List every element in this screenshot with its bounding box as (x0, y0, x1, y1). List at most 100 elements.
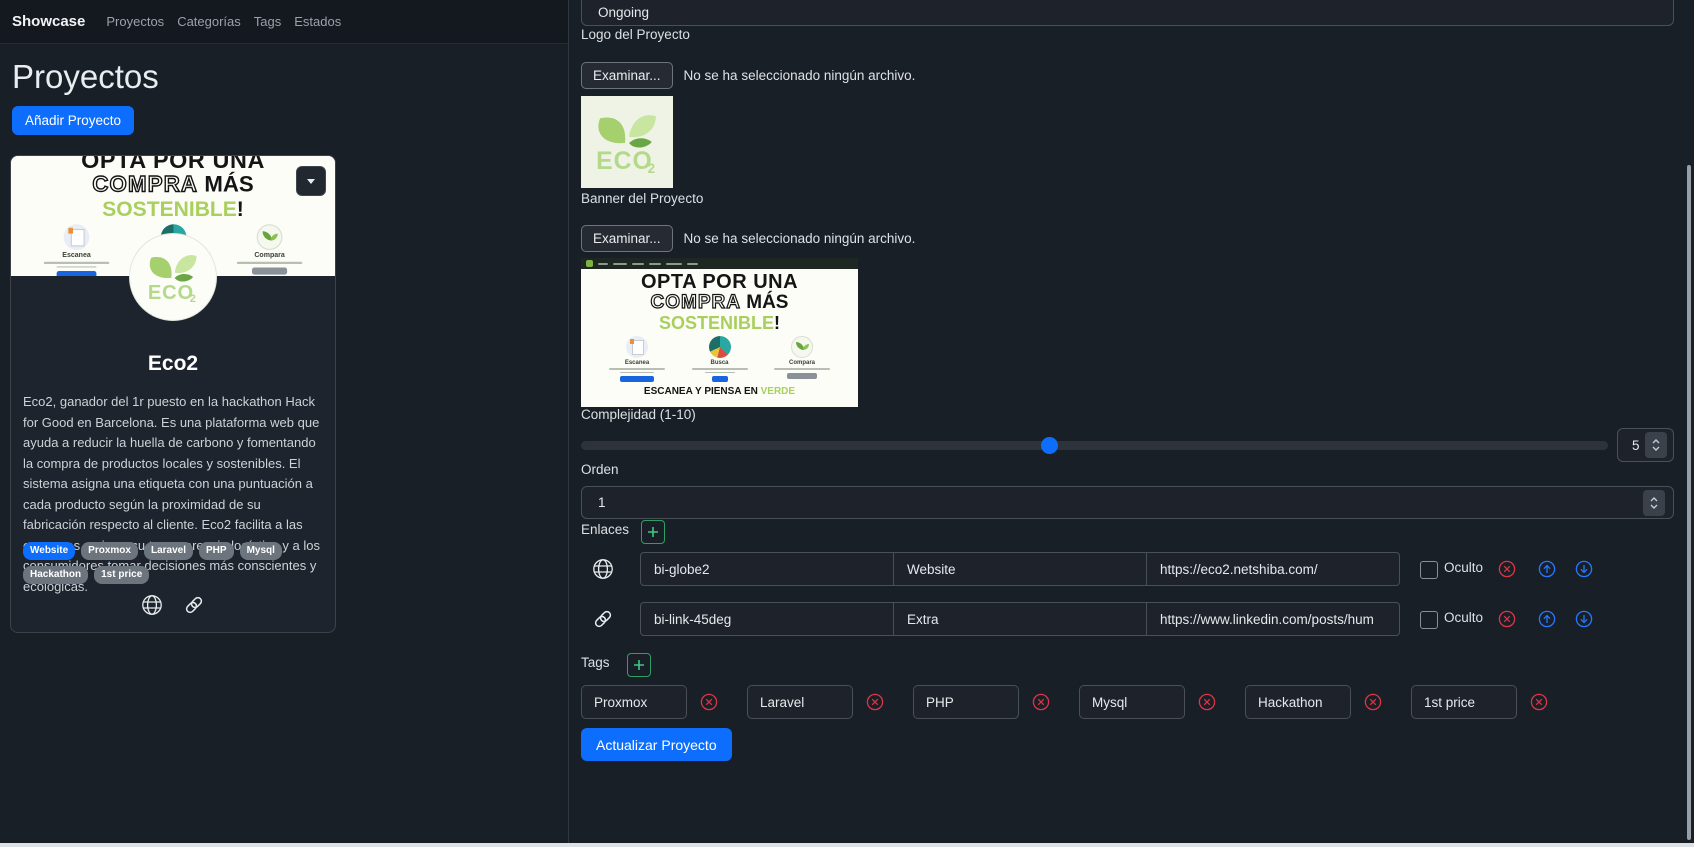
delete-tag-button[interactable] (866, 693, 884, 711)
link-type-input[interactable] (893, 552, 1147, 586)
complexity-value: 5 (1632, 438, 1640, 453)
hidden-checkbox[interactable] (1420, 611, 1438, 629)
delete-tag-button[interactable] (700, 693, 718, 711)
badge-hackathon: Hackathon (23, 566, 88, 584)
arrow-down-circle-icon (1575, 560, 1593, 578)
svg-text:2: 2 (190, 293, 196, 303)
x-circle-icon (1530, 693, 1548, 711)
badge-php: PHP (199, 542, 234, 560)
delete-tag-button[interactable] (1032, 693, 1050, 711)
badge-mysql: Mysql (240, 542, 282, 560)
nav-item-proyectos[interactable]: Proyectos (106, 14, 164, 29)
tag-input[interactable] (747, 685, 853, 719)
complexity-slider[interactable] (581, 441, 1608, 450)
arrow-up-circle-icon (1538, 610, 1556, 628)
tag-input[interactable] (913, 685, 1019, 719)
move-link-up-button[interactable] (1538, 560, 1556, 578)
delete-tag-button[interactable] (1364, 693, 1382, 711)
site-footer-slogan: ESCANEA Y PIENSA EN VERDE (581, 386, 858, 397)
tag-input[interactable] (1245, 685, 1351, 719)
move-link-up-button[interactable] (1538, 610, 1556, 628)
move-link-down-button[interactable] (1575, 610, 1593, 628)
card-menu-button[interactable] (296, 166, 326, 196)
banner-file-input[interactable]: Examinar... No se ha seleccionado ningún… (581, 222, 915, 254)
link-type-input[interactable] (893, 602, 1147, 636)
x-circle-icon (1498, 560, 1516, 578)
site-feature-compara: Compara (232, 224, 307, 276)
project-card: OPTA POR UNA COMPRA MÁS SOSTENIBLE! Esca… (10, 155, 336, 633)
browse-button[interactable]: Examinar... (581, 225, 673, 252)
link-icon[interactable] (183, 594, 205, 616)
nav-item-estados[interactable]: Estados (294, 14, 341, 29)
hidden-checkbox[interactable] (1420, 561, 1438, 579)
site-headline-2: COMPRA MÁS (581, 293, 858, 313)
navbar-brand[interactable]: Showcase (12, 13, 85, 30)
logo-preview: ECO 2 (581, 96, 673, 188)
site-headline-2: COMPRA MÁS (11, 174, 335, 197)
project-title: Eco2 (11, 352, 335, 376)
add-link-button[interactable] (641, 520, 665, 544)
link-icon-name-input[interactable] (640, 602, 894, 636)
site-headline-1: OPTA POR UNA (581, 272, 858, 293)
status-select[interactable]: Ongoing (581, 0, 1674, 26)
nav-item-tags[interactable]: Tags (254, 14, 281, 29)
update-project-button[interactable]: Actualizar Proyecto (581, 728, 732, 761)
site-headline-3: SOSTENIBLE! (11, 197, 335, 220)
arrow-up-circle-icon (1538, 560, 1556, 578)
project-logo-circle: ECO 2 (130, 234, 216, 320)
delete-tag-button[interactable] (1530, 693, 1548, 711)
plus-icon (634, 660, 644, 670)
hidden-label: Oculto (1444, 560, 1483, 575)
earth-icon (709, 336, 731, 358)
tags-section-label: Tags (581, 655, 610, 670)
number-spinner-icon[interactable] (1645, 432, 1667, 458)
nav-item-categorias[interactable]: Categorías (177, 14, 241, 29)
eco2-logo: ECO 2 (594, 110, 660, 174)
page-bottom-edge (0, 843, 1694, 847)
x-circle-icon (1198, 693, 1216, 711)
top-navbar: Showcase Proyectos Categorías Tags Estad… (0, 0, 568, 44)
svg-text:2: 2 (648, 161, 655, 174)
complexity-number-input[interactable]: 5 (1617, 428, 1674, 462)
delete-link-button[interactable] (1498, 610, 1516, 628)
delete-tag-button[interactable] (1198, 693, 1216, 711)
x-circle-icon (1364, 693, 1382, 711)
site-headline-1: OPTA POR UNA (11, 156, 335, 174)
site-feature-escanea: Escanea (605, 336, 669, 382)
badge-website: Website (23, 542, 75, 560)
site-headline-3: SOSTENIBLE! (581, 313, 858, 333)
scrollbar-thumb[interactable] (1687, 165, 1691, 840)
browse-button[interactable]: Examinar... (581, 62, 673, 89)
slider-thumb[interactable] (1041, 437, 1058, 454)
page-title: Proyectos (12, 58, 159, 96)
globe-icon[interactable] (141, 594, 163, 616)
caret-down-icon (307, 179, 315, 184)
status-value: Ongoing (598, 5, 649, 20)
tag-input[interactable] (1079, 685, 1185, 719)
add-project-button[interactable]: Añadir Proyecto (12, 106, 134, 135)
banner-label: Banner del Proyecto (581, 191, 703, 206)
hidden-label: Oculto (1444, 610, 1483, 625)
navbar-links: Proyectos Categorías Tags Estados (106, 14, 341, 29)
x-circle-icon (1032, 693, 1050, 711)
svg-text:ECO: ECO (148, 282, 194, 303)
tag-input[interactable] (1411, 685, 1517, 719)
link-icon-name-input[interactable] (640, 552, 894, 586)
order-input[interactable]: 1 (581, 486, 1674, 519)
number-spinner-icon[interactable] (1643, 490, 1665, 516)
logo-file-input[interactable]: Examinar... No se ha seleccionado ningún… (581, 59, 915, 91)
move-link-down-button[interactable] (1575, 560, 1593, 578)
link-url-input[interactable] (1146, 552, 1400, 586)
file-status-text: No se ha seleccionado ningún archivo. (684, 68, 916, 83)
tag-input[interactable] (581, 685, 687, 719)
site-mini-navbar (581, 258, 858, 269)
link-row: Oculto (569, 552, 1694, 586)
link-url-input[interactable] (1146, 602, 1400, 636)
project-edit-form: Ongoing Logo del Proyecto Examinar... No… (569, 0, 1694, 847)
banner-site-mockup: OPTA POR UNA COMPRA MÁS SOSTENIBLE! Esca… (581, 258, 858, 407)
app-window: Showcase Proyectos Categorías Tags Estad… (0, 0, 1694, 847)
svg-text:ECO: ECO (596, 148, 653, 174)
delete-link-button[interactable] (1498, 560, 1516, 578)
add-tag-button[interactable] (627, 653, 651, 677)
logo-label: Logo del Proyecto (581, 27, 690, 42)
